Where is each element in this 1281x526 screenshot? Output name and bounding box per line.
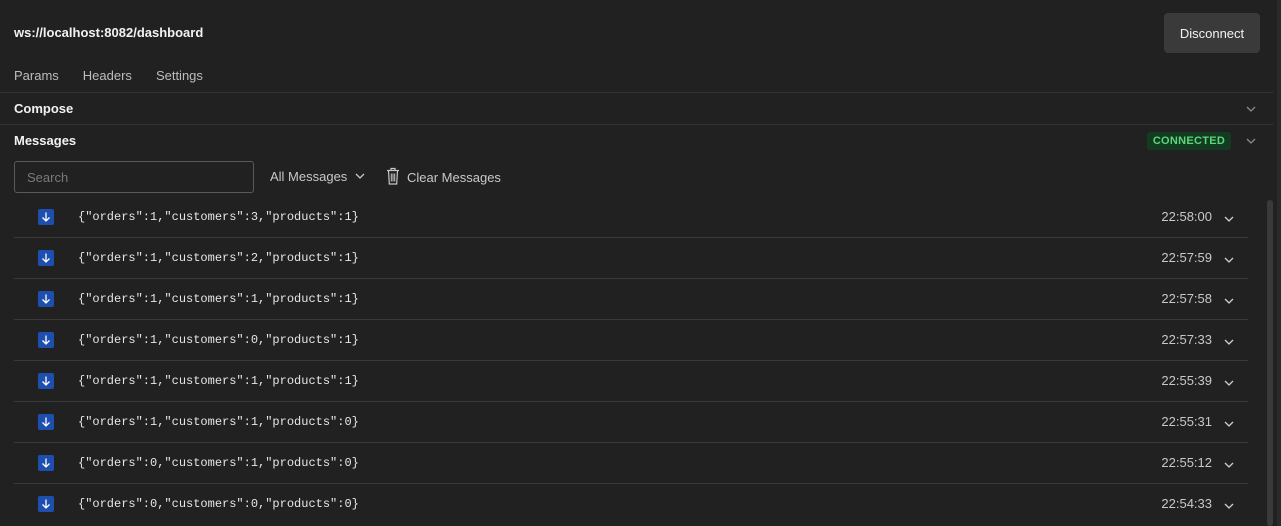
top-bar: ws://localhost:8082/dashboard Disconnect [0, 0, 1281, 64]
message-time: 22:55:12 [1161, 455, 1212, 470]
chevron-down-icon[interactable] [1224, 417, 1234, 432]
message-text: {"orders":0,"customers":1,"products":0} [78, 456, 359, 470]
chevron-down-icon[interactable] [1224, 458, 1234, 473]
tab-params[interactable]: Params [14, 68, 59, 88]
message-text: {"orders":1,"customers":1,"products":0} [78, 415, 359, 429]
message-row[interactable]: {"orders":1,"customers":3,"products":1} … [14, 197, 1248, 238]
arrow-down-icon [38, 250, 54, 266]
window-edge [1277, 0, 1281, 526]
arrow-down-icon [38, 414, 54, 430]
message-time: 22:55:31 [1161, 414, 1212, 429]
chevron-down-icon[interactable] [1246, 104, 1256, 114]
chevron-down-icon[interactable] [1224, 294, 1234, 309]
arrow-down-icon [38, 496, 54, 512]
message-row[interactable]: {"orders":1,"customers":1,"products":1} … [14, 361, 1248, 402]
message-time: 22:57:33 [1161, 332, 1212, 347]
chevron-down-icon[interactable] [1224, 499, 1234, 514]
connection-status-badge: CONNECTED [1147, 132, 1231, 150]
arrow-down-icon [38, 209, 54, 225]
compose-section-title[interactable]: Compose [14, 101, 73, 116]
disconnect-button[interactable]: Disconnect [1164, 13, 1260, 53]
websocket-url[interactable]: ws://localhost:8082/dashboard [14, 25, 203, 40]
message-row[interactable]: {"orders":1,"customers":0,"products":1} … [14, 320, 1248, 361]
arrow-down-icon [38, 455, 54, 471]
message-text: {"orders":1,"customers":2,"products":1} [78, 251, 359, 265]
chevron-down-icon[interactable] [1224, 335, 1234, 350]
arrow-down-icon [38, 291, 54, 307]
filter-label: All Messages [270, 169, 348, 184]
arrow-down-icon [38, 373, 54, 389]
tab-headers[interactable]: Headers [83, 68, 132, 88]
message-time: 22:54:33 [1161, 496, 1212, 511]
clear-messages-button[interactable]: Clear Messages [386, 167, 501, 188]
trash-icon [386, 167, 400, 188]
divider [0, 92, 1273, 93]
arrow-down-icon [38, 332, 54, 348]
message-time: 22:57:59 [1161, 250, 1212, 265]
message-filter-dropdown[interactable]: All Messages [270, 169, 365, 184]
message-list: {"orders":1,"customers":3,"products":1} … [14, 197, 1248, 525]
clear-messages-label: Clear Messages [407, 170, 501, 185]
message-row[interactable]: {"orders":0,"customers":0,"products":0} … [14, 484, 1248, 525]
message-row[interactable]: {"orders":0,"customers":1,"products":0} … [14, 443, 1248, 484]
message-time: 22:58:00 [1161, 209, 1212, 224]
message-row[interactable]: {"orders":1,"customers":2,"products":1} … [14, 238, 1248, 279]
chevron-down-icon[interactable] [1224, 253, 1234, 268]
tab-settings[interactable]: Settings [156, 68, 203, 88]
message-text: {"orders":1,"customers":1,"products":1} [78, 292, 359, 306]
chevron-down-icon[interactable] [1246, 136, 1256, 146]
chevron-down-icon[interactable] [1224, 212, 1234, 227]
chevron-down-icon[interactable] [1224, 376, 1234, 391]
divider [0, 124, 1273, 125]
message-text: {"orders":1,"customers":0,"products":1} [78, 333, 359, 347]
message-text: {"orders":0,"customers":0,"products":0} [78, 497, 359, 511]
message-text: {"orders":1,"customers":3,"products":1} [78, 210, 359, 224]
chevron-down-icon [355, 169, 365, 184]
message-time: 22:55:39 [1161, 373, 1212, 388]
message-list-scrollbar[interactable] [1267, 200, 1273, 526]
search-input[interactable] [14, 161, 254, 193]
messages-section-title[interactable]: Messages [14, 133, 76, 148]
request-tabs: Params Headers Settings [14, 68, 227, 88]
message-time: 22:57:58 [1161, 291, 1212, 306]
message-row[interactable]: {"orders":1,"customers":1,"products":1} … [14, 279, 1248, 320]
message-text: {"orders":1,"customers":1,"products":1} [78, 374, 359, 388]
message-row[interactable]: {"orders":1,"customers":1,"products":0} … [14, 402, 1248, 443]
